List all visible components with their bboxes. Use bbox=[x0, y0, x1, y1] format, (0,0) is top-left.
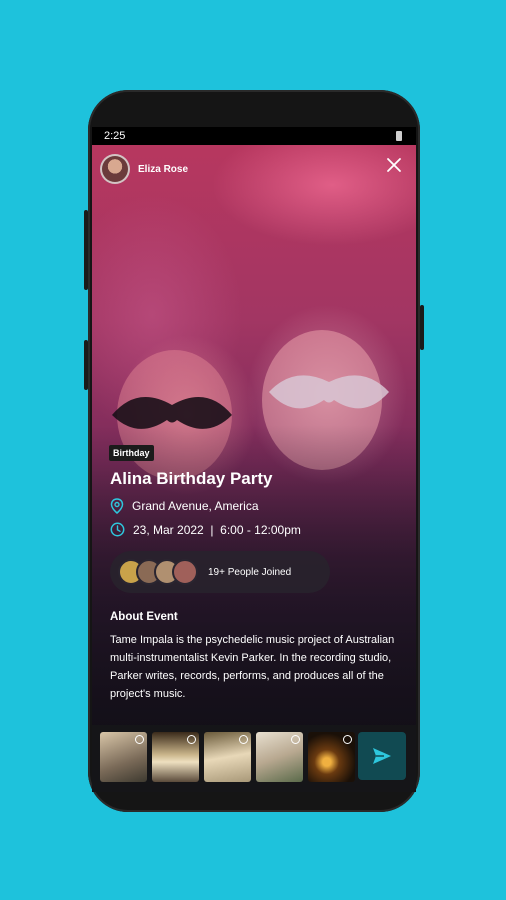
select-icon[interactable] bbox=[291, 735, 300, 744]
about-heading: About Event bbox=[110, 611, 178, 623]
attendee-avatar bbox=[172, 559, 198, 585]
close-icon[interactable] bbox=[386, 157, 402, 173]
gallery-thumbnail[interactable] bbox=[100, 732, 147, 782]
clock-icon bbox=[110, 522, 125, 537]
send-button[interactable] bbox=[358, 732, 406, 780]
gallery-thumbnail[interactable] bbox=[308, 732, 355, 782]
event-title: Alina Birthday Party bbox=[110, 469, 273, 488]
phone-side-button bbox=[84, 340, 88, 390]
gallery-thumbnail[interactable] bbox=[152, 732, 199, 782]
host-header[interactable]: Eliza Rose bbox=[100, 154, 188, 184]
status-time: 2:25 bbox=[104, 130, 126, 142]
silver-mask-image bbox=[269, 375, 389, 409]
send-icon bbox=[373, 748, 391, 764]
select-icon[interactable] bbox=[343, 735, 352, 744]
host-avatar[interactable] bbox=[100, 154, 130, 184]
select-icon[interactable] bbox=[239, 735, 248, 744]
battery-icon bbox=[396, 131, 402, 141]
select-icon[interactable] bbox=[187, 735, 196, 744]
location-row: Grand Avenue, America bbox=[110, 498, 259, 514]
people-joined-pill[interactable]: 19+ People Joined bbox=[110, 551, 330, 593]
status-bar: 2:25 bbox=[92, 127, 416, 145]
phone-power-button bbox=[420, 305, 424, 350]
event-location: Grand Avenue, America bbox=[132, 499, 259, 513]
select-icon[interactable] bbox=[135, 735, 144, 744]
phone-volume-button bbox=[84, 210, 88, 290]
attendee-avatars bbox=[118, 559, 198, 585]
app-screen: 2:25 Eliza Rose Birthday Alina Birthday … bbox=[92, 127, 416, 792]
gallery-thumbnail[interactable] bbox=[256, 732, 303, 782]
about-text: Tame Impala is the psychedelic music pro… bbox=[110, 634, 395, 700]
location-pin-icon bbox=[110, 498, 124, 514]
host-name[interactable]: Eliza Rose bbox=[138, 164, 188, 175]
datetime-row: 23, Mar 2022 | 6:00 - 12:00pm bbox=[110, 522, 301, 537]
category-badge: Birthday bbox=[109, 445, 154, 461]
gallery-thumbnail[interactable] bbox=[204, 732, 251, 782]
event-datetime: 23, Mar 2022 | 6:00 - 12:00pm bbox=[133, 522, 301, 537]
people-joined-label: 19+ People Joined bbox=[208, 566, 292, 578]
